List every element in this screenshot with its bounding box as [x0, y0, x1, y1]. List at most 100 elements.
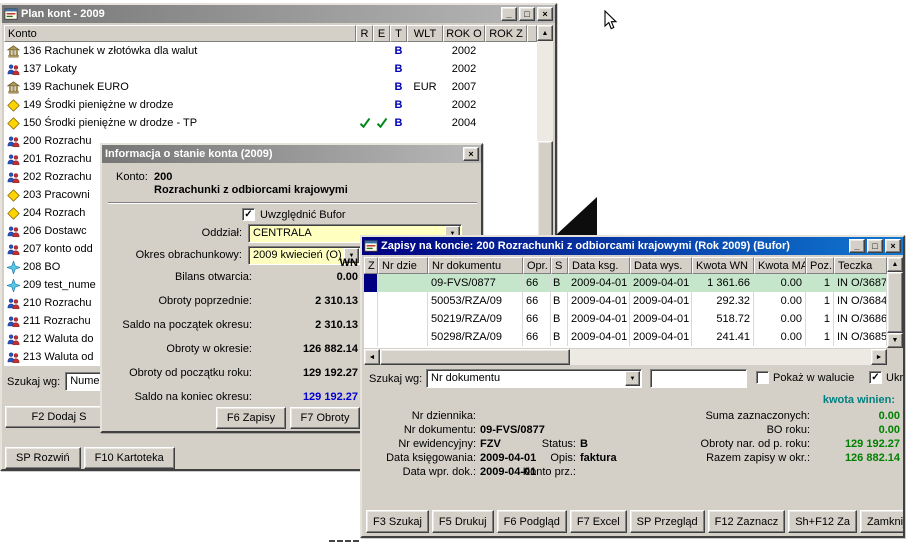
- column-header[interactable]: Konto: [4, 25, 356, 42]
- search-field-select[interactable]: Nr dokumentu ▼: [426, 369, 642, 388]
- account-row[interactable]: 137 Lokaty B 2002: [4, 60, 537, 78]
- minimize-button[interactable]: _: [501, 7, 517, 21]
- entry-row[interactable]: 50053/RZA/09 66 B 2009-04-01 2009-04-01 …: [364, 292, 887, 310]
- account-row[interactable]: 139 Rachunek EURO B EUR 2007: [4, 78, 537, 96]
- checkbox-box[interactable]: [756, 371, 769, 384]
- f5-drukuj-button[interactable]: F5 Drukuj: [432, 510, 494, 533]
- column-header[interactable]: E: [373, 25, 390, 42]
- column-header[interactable]: Teczka: [834, 257, 887, 274]
- f10-kartoteka-button[interactable]: F10 Kartoteka: [84, 447, 175, 469]
- column-header[interactable]: Poz.: [806, 257, 834, 274]
- f12-zaznacz-button[interactable]: F12 Zaznacz: [708, 510, 786, 533]
- account-row[interactable]: 150 Środki pieniężne w drodze - TP B 200…: [4, 114, 537, 132]
- field-label: Nr dziennika:: [366, 410, 476, 422]
- scrollbar-thumb[interactable]: [887, 272, 903, 333]
- e-flag: [373, 42, 390, 60]
- entry-row[interactable]: 09-FVS/0877 66 B 2009-04-01 2009-04-01 1…: [364, 274, 887, 292]
- ukryj-checkbox[interactable]: Ukry: [869, 371, 905, 384]
- close-button[interactable]: ×: [537, 7, 553, 21]
- column-header[interactable]: Data wys.: [630, 257, 692, 274]
- scrollbar-track[interactable]: [570, 349, 871, 365]
- column-header[interactable]: T: [390, 25, 407, 42]
- f3-szukaj-button[interactable]: F3 Szukaj: [366, 510, 429, 533]
- column-header[interactable]: WLT: [407, 25, 443, 42]
- wlt-value: [407, 42, 443, 60]
- column-header[interactable]: ROK Z: [485, 25, 527, 42]
- people-icon: [7, 243, 20, 256]
- balance-label: Saldo na początek okresu:: [110, 319, 252, 331]
- selected-option: Numer: [70, 375, 103, 387]
- oddzial-label: Oddział:: [110, 227, 242, 239]
- maximize-button[interactable]: □: [519, 7, 535, 21]
- f7-obroty-button[interactable]: F7 Obroty: [290, 407, 360, 429]
- minimize-button[interactable]: _: [849, 239, 865, 253]
- column-header[interactable]: Opr.: [523, 257, 551, 274]
- column-header[interactable]: Kwota WN: [692, 257, 754, 274]
- scroll-left-arrow-icon[interactable]: ◄: [364, 349, 380, 365]
- poz-cell: 1: [806, 328, 834, 346]
- sp-przeglad-button[interactable]: SP Przegląd: [630, 510, 705, 533]
- plan-kont-titlebar[interactable]: Plan kont - 2009 _ □ ×: [2, 5, 555, 23]
- balance-label: Obroty w okresie:: [110, 343, 252, 355]
- column-header[interactable]: S: [551, 257, 568, 274]
- balance-value: 129 192.27: [252, 391, 358, 403]
- search-input[interactable]: [650, 369, 747, 388]
- close-button[interactable]: ×: [463, 147, 479, 161]
- f7-excel-button[interactable]: F7 Excel: [570, 510, 627, 533]
- f6-zapisy-button[interactable]: F6 Zapisy: [216, 407, 286, 429]
- f2-dodaj-button[interactable]: F2 Dodaj S: [5, 406, 113, 428]
- scrollbar-thumb[interactable]: [380, 349, 570, 365]
- sp-rozwin-button[interactable]: SP Rozwiń: [5, 447, 81, 469]
- dashed-artifact: [329, 540, 359, 542]
- checkbox-box[interactable]: [242, 208, 255, 221]
- scroll-down-arrow-icon[interactable]: ▼: [887, 333, 903, 348]
- zapisy-titlebar[interactable]: Zapisy na koncie: 200 Rozrachunki z odbi…: [362, 237, 903, 255]
- sh-f12-zaznacz-button[interactable]: Sh+F12 Za: [788, 510, 857, 533]
- people-icon: [7, 63, 20, 76]
- e-flag: [373, 114, 390, 132]
- maximize-button[interactable]: □: [867, 239, 883, 253]
- field-value: 09-FVS/0877: [480, 424, 545, 436]
- r-flag: [356, 42, 373, 60]
- account-row[interactable]: 149 Środki pieniężne w drodze B 2002: [4, 96, 537, 114]
- pokaz-w-walucie-checkbox[interactable]: Pokaż w walucie: [756, 371, 854, 384]
- nr-dziennika-cell: [378, 310, 428, 328]
- app-icon: [364, 239, 378, 253]
- column-header[interactable]: Z: [364, 257, 378, 274]
- entry-row[interactable]: 50219/RZA/09 66 B 2009-04-01 2009-04-01 …: [364, 310, 887, 328]
- column-header[interactable]: Nr dokumentu: [428, 257, 523, 274]
- people-icon: [7, 333, 20, 346]
- account-row[interactable]: 136 Rachunek w złotówka dla walut B 2002: [4, 42, 537, 60]
- field-label: Opis:: [488, 452, 576, 464]
- zamknij-button[interactable]: Zamknij: [860, 510, 905, 533]
- column-header[interactable]: Data ksg.: [568, 257, 630, 274]
- close-button[interactable]: ×: [885, 239, 901, 253]
- scroll-right-arrow-icon[interactable]: ►: [871, 349, 887, 365]
- summary-field: Razem zapisy w okr.: 126 882.14: [610, 451, 900, 465]
- balance-value: 126 882.14: [252, 343, 358, 355]
- column-header[interactable]: ROK O: [443, 25, 485, 42]
- dialog-title: Informacja o stanie konta (2009): [104, 148, 461, 160]
- opr-cell: 66: [523, 292, 551, 310]
- diamond-yellow-icon: [7, 207, 20, 220]
- uwzglednic-bufor-checkbox[interactable]: Uwzględnić Bufor: [242, 208, 346, 221]
- opr-cell: 66: [523, 328, 551, 346]
- f6-podglad-button[interactable]: F6 Podgląd: [497, 510, 567, 533]
- entry-row[interactable]: 50298/RZA/09 66 B 2009-04-01 2009-04-01 …: [364, 328, 887, 346]
- balance-label: Saldo na koniec okresu:: [110, 391, 252, 403]
- balance-value: 129 192.27: [252, 367, 358, 379]
- z-cell: [364, 274, 378, 292]
- scroll-up-arrow-icon[interactable]: ▲: [537, 25, 553, 41]
- column-header[interactable]: Kwota MA: [754, 257, 806, 274]
- chevron-down-icon[interactable]: ▼: [625, 371, 640, 386]
- detail-field: Konto prz.:: [488, 465, 617, 479]
- column-header[interactable]: Nr dzie: [378, 257, 428, 274]
- column-header[interactable]: R: [356, 25, 373, 42]
- search-label: Szukaj wg:: [7, 376, 60, 388]
- zapisy-buttons: F3 SzukajF5 DrukujF6 PodglądF7 ExcelSP P…: [366, 510, 901, 533]
- balance-row: Saldo na początek okresu: 2 310.13: [110, 313, 360, 337]
- scroll-up-arrow-icon[interactable]: ▲: [887, 257, 903, 272]
- r-flag: [356, 78, 373, 96]
- checkbox-box[interactable]: [869, 371, 882, 384]
- informacja-titlebar[interactable]: Informacja o stanie konta (2009) ×: [102, 145, 481, 163]
